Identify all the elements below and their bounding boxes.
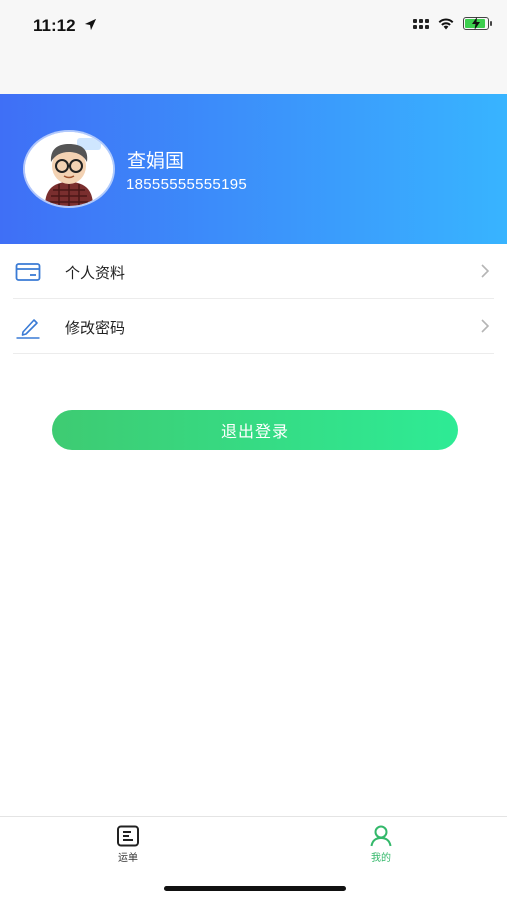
document-list-icon	[117, 825, 139, 847]
tab-orders[interactable]: 运单	[98, 825, 158, 864]
tab-mine[interactable]: 我的	[351, 825, 411, 864]
profile-header: 查娟国 18555555555195	[0, 94, 507, 244]
menu-item-profile[interactable]: 个人资料	[13, 244, 494, 299]
person-icon	[370, 825, 392, 847]
menu-item-change-password[interactable]: 修改密码	[13, 299, 494, 354]
chevron-right-icon	[481, 264, 490, 278]
home-indicator[interactable]	[164, 886, 346, 891]
chevron-right-icon	[481, 319, 490, 333]
menu-item-label: 修改密码	[65, 319, 126, 337]
settings-menu: 个人资料 修改密码	[0, 244, 507, 354]
wifi-icon	[438, 18, 454, 30]
pencil-icon	[16, 319, 40, 339]
menu-item-label: 个人资料	[65, 264, 126, 282]
status-bar: 11:12	[0, 0, 507, 94]
avatar-cartoon-icon	[25, 132, 113, 206]
cellular-signal-icon	[413, 18, 429, 29]
location-arrow-icon	[84, 18, 97, 31]
user-name: 查娟国	[127, 150, 185, 172]
battery-charging-icon	[463, 17, 492, 30]
user-phone: 18555555555195	[126, 176, 247, 193]
tab-label: 我的	[371, 853, 391, 864]
avatar[interactable]	[25, 132, 113, 206]
card-icon	[15, 263, 41, 281]
logout-button[interactable]: 退出登录	[52, 410, 458, 450]
tab-label: 运单	[118, 853, 138, 864]
status-time: 11:12	[33, 16, 76, 35]
